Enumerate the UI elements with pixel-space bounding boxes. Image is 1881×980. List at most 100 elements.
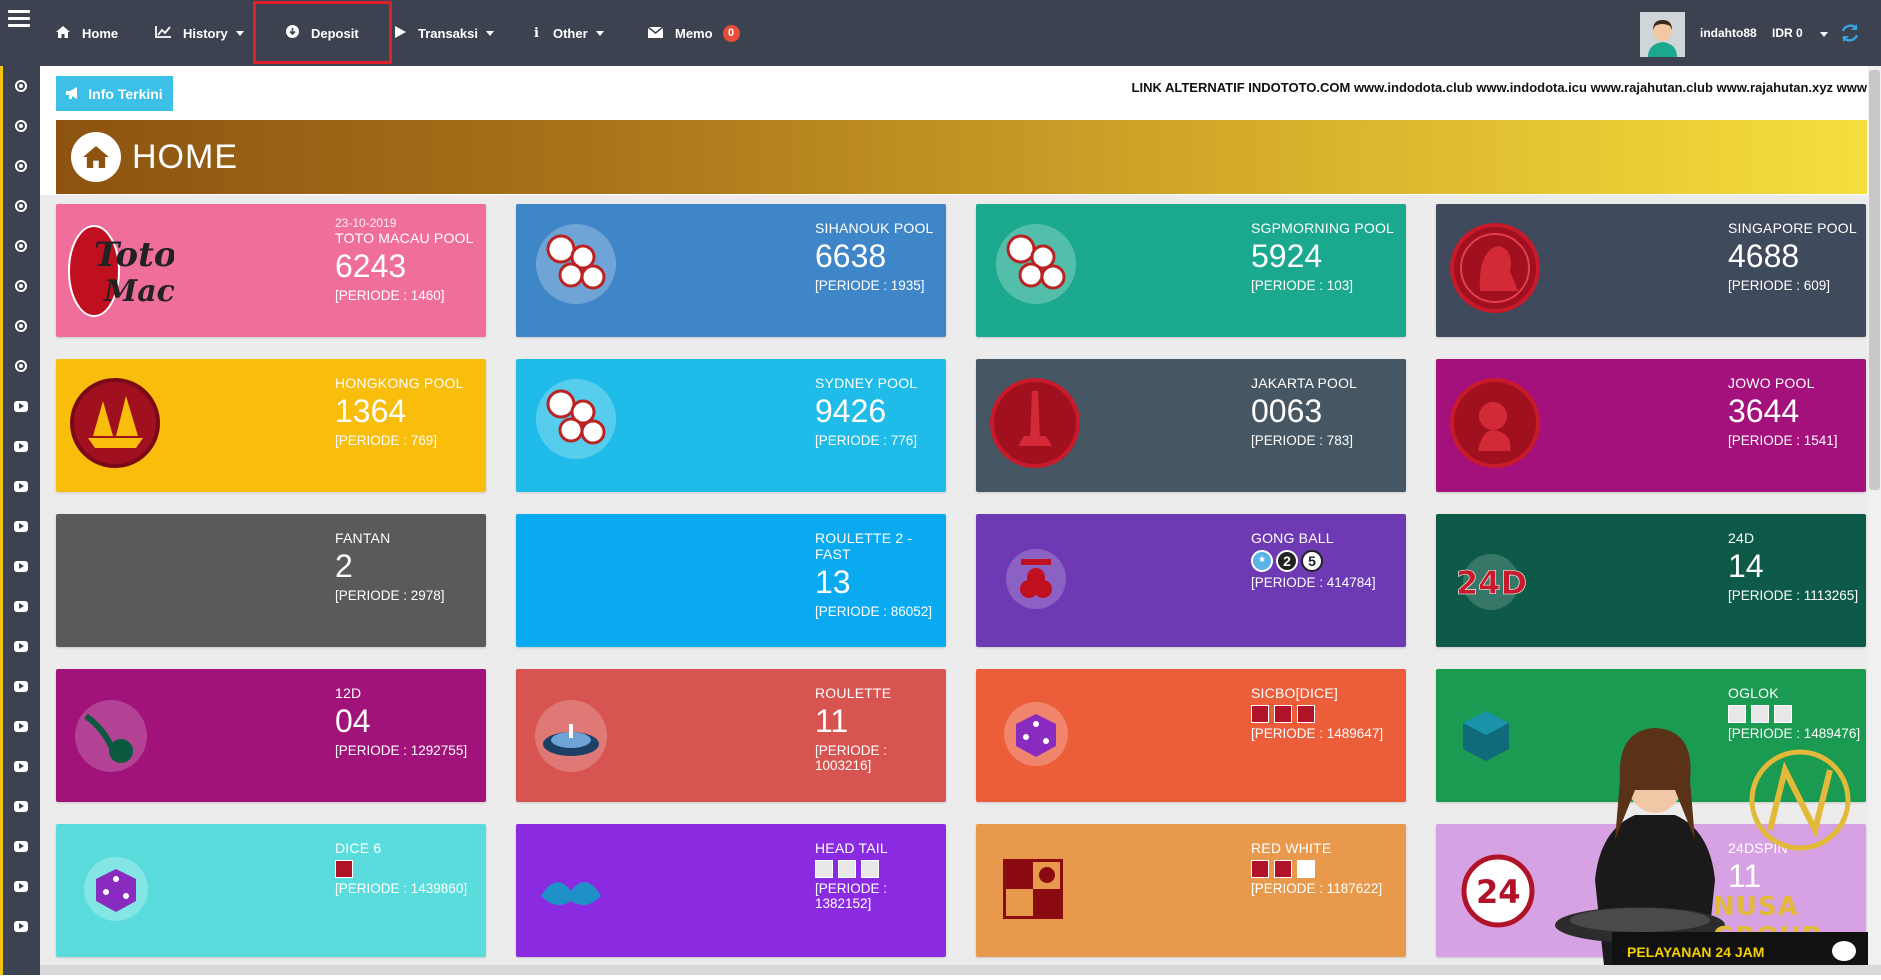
- nav-other[interactable]: i Other: [534, 0, 604, 66]
- pool-card-info: 23-10-2019 TOTO MACAU POOL 6243 [PERIODE : …: [335, 216, 474, 303]
- sidebar-target-icon[interactable]: [13, 358, 29, 374]
- pool-card-info: SGPMORNING POOL 5924 [PERIODE : 103]: [1251, 220, 1394, 293]
- 24d-logo: 24D: [1451, 552, 1561, 647]
- pool-card[interactable]: ROULETTE 2 - FAST 13 [PERIODE : 86052]: [516, 514, 946, 647]
- pool-card[interactable]: SIHANOUK POOL 6638 [PERIODE : 1935]: [516, 204, 946, 337]
- pool-period: [PERIODE : 776]: [815, 433, 918, 448]
- pool-result: 9426: [815, 393, 887, 429]
- pool-card[interactable]: HEAD TAIL [PERIODE : 1382152]: [516, 824, 946, 957]
- pool-result: 3644: [1728, 393, 1800, 429]
- scrollbar-thumb[interactable]: [1869, 70, 1880, 490]
- sidebar-video-icon[interactable]: [13, 558, 29, 574]
- nav-memo-label: Memo: [675, 25, 713, 41]
- pool-card[interactable]: ROULETTE 11 [PERIODE : 1003216]: [516, 669, 946, 802]
- nav-home[interactable]: Home: [56, 0, 118, 66]
- svg-text:24D: 24D: [1456, 564, 1527, 602]
- pool-card-info: SIHANOUK POOL 6638 [PERIODE : 1935]: [815, 220, 934, 293]
- nav-history[interactable]: History: [155, 0, 244, 66]
- pool-card[interactable]: SGPMORNING POOL 5924 [PERIODE : 103]: [976, 204, 1406, 337]
- pool-result: 0063: [1251, 393, 1323, 429]
- pool-card[interactable]: RED WHITE [PERIODE : 1187622]: [976, 824, 1406, 957]
- pool-name: 24D: [1728, 530, 1755, 546]
- pool-card[interactable]: JAKARTA POOL 0063 [PERIODE : 783]: [976, 359, 1406, 492]
- info-terkini-label: Info Terkini: [88, 85, 163, 102]
- sidebar-target-icon[interactable]: [13, 78, 29, 94]
- avatar[interactable]: [1640, 12, 1685, 57]
- dice-icon: [81, 854, 191, 957]
- sidebar-video-icon[interactable]: [13, 398, 29, 414]
- pool-card[interactable]: 24D 24D 14 [PERIODE : 1113265]: [1436, 514, 1866, 647]
- pool-card[interactable]: HONGKONG POOL 1364 [PERIODE : 769]: [56, 359, 486, 492]
- megaphone-icon: [66, 86, 80, 102]
- sidebar-video-icon[interactable]: [13, 518, 29, 534]
- gong-icon: [1001, 544, 1111, 647]
- sidebar-target-icon[interactable]: [13, 318, 29, 334]
- pool-name: GONG BALL: [1251, 530, 1334, 546]
- pool-name: SINGAPORE POOL: [1728, 220, 1857, 236]
- pool-period: [PERIODE : 609]: [1728, 278, 1831, 293]
- dragon-icon: [536, 866, 646, 957]
- sidebar-target-icon[interactable]: [13, 238, 29, 254]
- sidebar-video-icon[interactable]: [13, 758, 29, 774]
- pool-card[interactable]: FANTAN 2 [PERIODE : 2978]: [56, 514, 486, 647]
- balance[interactable]: IDR 0: [1772, 26, 1829, 40]
- pool-card[interactable]: DICE 6 [PERIODE : 1439860]: [56, 824, 486, 957]
- menu-hamburger-icon[interactable]: [8, 10, 30, 30]
- pool-name: SICBO[DICE]: [1251, 685, 1338, 701]
- nav-history-label: History: [183, 25, 228, 41]
- chart-icon: [155, 25, 171, 41]
- nav-transaksi[interactable]: Transaksi: [395, 0, 494, 66]
- sidebar-target-icon[interactable]: [13, 198, 29, 214]
- pool-period: [PERIODE : 1460]: [335, 288, 445, 303]
- svg-text:Macau: Macau: [103, 274, 174, 309]
- sidebar-video-icon[interactable]: [13, 718, 29, 734]
- pool-result: 6638: [815, 238, 887, 274]
- nav-memo[interactable]: Memo 0: [647, 0, 740, 66]
- sidebar-target-icon[interactable]: [13, 158, 29, 174]
- pool-card[interactable]: JOWO POOL 3644 [PERIODE : 1541]: [1436, 359, 1866, 492]
- sidebar-video-icon[interactable]: [13, 438, 29, 454]
- pool-name: OGLOK: [1728, 685, 1779, 701]
- pool-name: RED WHITE: [1251, 840, 1332, 856]
- dice-face-icon: [815, 860, 833, 878]
- pool-name: FANTAN: [335, 530, 391, 546]
- monkey-icon: [1448, 376, 1558, 486]
- sidebar-video-icon[interactable]: [13, 798, 29, 814]
- junk-ship-icon: [68, 376, 178, 486]
- pool-period: [PERIODE : 103]: [1251, 278, 1354, 293]
- pool-card-info: SYDNEY POOL 9426 [PERIODE : 776]: [815, 375, 917, 448]
- pool-card[interactable]: GONG BALL * 2 5 [PERIODE : 414784]: [976, 514, 1406, 647]
- pool-period: [PERIODE : 86052]: [815, 604, 933, 619]
- pool-card-info: HEAD TAIL [PERIODE : 1382152]: [815, 840, 946, 911]
- sidebar-target-icon[interactable]: [13, 118, 29, 134]
- pool-card-info: 24D 14 [PERIODE : 1113265]: [1728, 530, 1858, 603]
- pool-result: 11: [815, 703, 849, 739]
- pool-name: ROULETTE: [815, 685, 892, 701]
- pool-card[interactable]: SYDNEY POOL 9426 [PERIODE : 776]: [516, 359, 946, 492]
- nav-deposit[interactable]: Deposit: [286, 0, 359, 66]
- info-icon: i: [534, 25, 539, 41]
- sidebar-video-icon[interactable]: [13, 878, 29, 894]
- info-terkini-button[interactable]: Info Terkini: [56, 76, 173, 111]
- pool-name: SGPMORNING POOL: [1251, 220, 1395, 236]
- sidebar-video-icon[interactable]: [13, 838, 29, 854]
- merlion-icon: [1448, 221, 1558, 331]
- pool-card[interactable]: SINGAPORE POOL 4688 [PERIODE : 609]: [1436, 204, 1866, 337]
- username[interactable]: indahto88: [1700, 26, 1757, 40]
- live-chat-label: PELAYANAN 24 JAM: [1627, 944, 1765, 960]
- sidebar-target-icon[interactable]: [13, 278, 29, 294]
- pool-card[interactable]: 12D 04 [PERIODE : 1292755]: [56, 669, 486, 802]
- pool-result: 04: [335, 703, 371, 739]
- refresh-icon[interactable]: [1839, 22, 1861, 50]
- pool-period: [PERIODE : 2978]: [335, 588, 445, 603]
- sidebar-video-icon[interactable]: [13, 598, 29, 614]
- sidebar-video-icon[interactable]: [13, 918, 29, 934]
- sidebar-video-icon[interactable]: [13, 678, 29, 694]
- svg-text:Toto: Toto: [94, 235, 174, 275]
- horizontal-scrollbar[interactable]: [40, 965, 1881, 975]
- sidebar-video-icon[interactable]: [13, 478, 29, 494]
- pool-card[interactable]: SICBO[DICE] [PERIODE : 1489647]: [976, 669, 1406, 802]
- sidebar-video-icon[interactable]: [13, 638, 29, 654]
- pool-card[interactable]: TotoMacau 23-10-2019TOTO MACAU POOL 6243 [P…: [56, 204, 486, 337]
- news-marquee: LINK ALTERNATIF INDOTOTO.COM www.indodot…: [1131, 80, 1867, 95]
